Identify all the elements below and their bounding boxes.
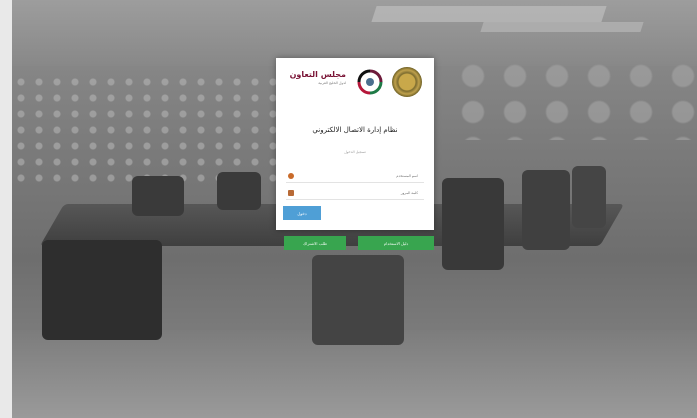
ceiling-light <box>371 6 607 22</box>
login-subtitle: تسجيل الدخول <box>344 150 366 154</box>
login-button[interactable]: دخول <box>283 206 321 220</box>
subscribe-button[interactable]: طلب الاشتراك <box>284 236 346 250</box>
logo-row: مجلس التعاون لدول الخليج العربية <box>276 64 434 108</box>
council-emblem-icon <box>357 69 383 95</box>
brand-subtitle: لدول الخليج العربية <box>318 81 346 85</box>
chair <box>42 240 162 340</box>
lock-icon <box>288 190 294 196</box>
wall-pattern-left <box>12 74 277 182</box>
brand-text: مجلس التعاون لدول الخليج العربية <box>286 70 346 85</box>
login-title: نظام إدارة الاتصال الالكتروني <box>312 126 398 134</box>
chair <box>312 255 404 345</box>
user-icon <box>288 173 294 179</box>
chair <box>572 166 606 228</box>
login-card: مجلس التعاون لدول الخليج العربية نظام إد… <box>276 58 434 230</box>
user-guide-button[interactable]: دليل الاستخدام <box>358 236 434 250</box>
password-field <box>286 188 424 200</box>
password-input[interactable] <box>300 188 418 198</box>
gcc-seal-icon <box>392 67 422 97</box>
username-input[interactable] <box>300 171 418 181</box>
chair <box>132 176 184 216</box>
chair <box>442 178 504 270</box>
wall-pattern-right <box>452 58 697 140</box>
chair <box>522 170 570 250</box>
chair <box>217 172 261 210</box>
username-field <box>286 171 424 183</box>
ceiling-light <box>480 22 644 32</box>
brand-title: مجلس التعاون <box>289 70 346 79</box>
